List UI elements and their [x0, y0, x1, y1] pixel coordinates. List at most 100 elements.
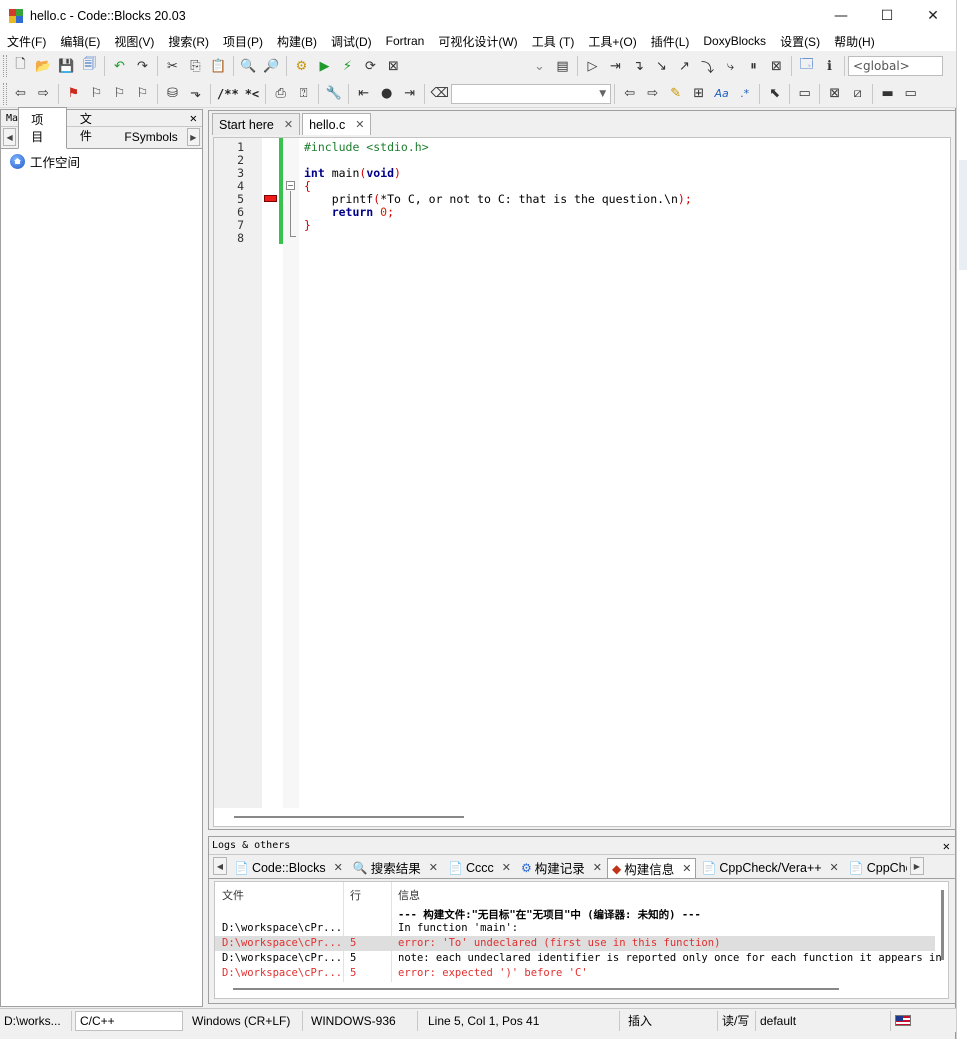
logs-close-icon[interactable]: ✕: [943, 839, 950, 853]
widget-sizer-v-icon[interactable]: ▭: [899, 83, 922, 105]
column-header-line[interactable]: 行: [350, 887, 361, 903]
run-chm-icon[interactable]: ⍰: [292, 83, 315, 105]
step-into-instruction-icon[interactable]: ⤷: [719, 55, 742, 77]
next-bookmark-icon[interactable]: ⚐: [108, 83, 131, 105]
match-case-button[interactable]: Aa: [710, 83, 733, 105]
close-tab-icon[interactable]: ✕: [284, 118, 293, 131]
step-into-icon[interactable]: ↘: [650, 55, 673, 77]
open-file-icon[interactable]: 📂: [32, 55, 55, 77]
menu-debug[interactable]: 调试(D): [324, 33, 379, 50]
close-window-button[interactable]: ✕: [910, 0, 956, 31]
log-row[interactable]: D:\workspace\cPr... 5 error: expected ')…: [215, 966, 935, 981]
rebuild-icon[interactable]: ⟳: [359, 55, 382, 77]
tab-cppcheck-vera[interactable]: 📄 CppCheck/Vera++ ✕: [696, 857, 843, 878]
close-tab-icon[interactable]: ✕: [334, 861, 343, 874]
step-out-icon[interactable]: ↗: [673, 55, 696, 77]
toolbar-grip-2[interactable]: [3, 82, 7, 105]
tab-start-here[interactable]: Start here ✕: [212, 113, 301, 135]
undo-icon[interactable]: ↶: [108, 55, 131, 77]
copy-icon[interactable]: ⎘: [184, 55, 207, 77]
build-messages-list[interactable]: 文件 行 信息 --- 构建文件:"无目标"在"无项目"中 (编译器: 未知的)…: [214, 881, 949, 999]
tab-build-messages[interactable]: ◆ 构建信息 ✕: [606, 858, 697, 878]
incremental-search-combo[interactable]: ▼: [451, 83, 612, 104]
logs-tab-scroll-left-icon[interactable]: ◀: [213, 857, 227, 875]
toggle-bookmark-icon[interactable]: ⚑: [62, 83, 85, 105]
fold-collapse-icon[interactable]: −: [286, 181, 295, 190]
maximize-button[interactable]: ☐: [864, 0, 910, 31]
close-tab-icon[interactable]: ✕: [355, 118, 364, 131]
logs-horizontal-scrollbar[interactable]: [233, 988, 839, 990]
replace-icon[interactable]: 🔎: [260, 55, 283, 77]
selected-text-icon[interactable]: ⊞: [687, 83, 710, 105]
tab-search-results[interactable]: 🔍 搜索结果 ✕: [348, 857, 443, 878]
cut-icon[interactable]: ✂: [161, 55, 184, 77]
build-target-dropdown-icon[interactable]: ⌄: [528, 55, 551, 77]
clear-search-icon[interactable]: ⌫: [428, 83, 451, 105]
goto-prev-icon[interactable]: ⇤: [352, 83, 375, 105]
save-icon[interactable]: 💾: [55, 55, 78, 77]
pause-icon[interactable]: ⏸: [742, 55, 765, 77]
next-line-icon[interactable]: ↴: [627, 55, 650, 77]
line-comment-button[interactable]: *<: [242, 87, 262, 101]
widget-dialog-icon[interactable]: ⧄: [846, 83, 869, 105]
tab-scroll-left-icon[interactable]: ◀: [3, 128, 17, 146]
toolbar-grip[interactable]: [3, 55, 7, 77]
info-icon[interactable]: ℹ: [818, 55, 841, 77]
doxy-wizard-icon[interactable]: ⛁: [161, 83, 184, 105]
widget-frame-icon[interactable]: ▭: [793, 83, 816, 105]
search-prev-icon[interactable]: ⇦: [618, 83, 641, 105]
minimize-button[interactable]: —: [818, 0, 864, 31]
clear-bookmarks-icon[interactable]: ⚐: [131, 83, 154, 105]
log-row[interactable]: D:\workspace\cPr... In function 'main':: [215, 921, 935, 936]
menu-view[interactable]: 视图(V): [107, 33, 161, 50]
menu-plugins[interactable]: 插件(L): [644, 33, 697, 50]
menu-search[interactable]: 搜索(R): [161, 33, 216, 50]
close-tab-icon[interactable]: ✕: [830, 861, 839, 874]
tab-scroll-right-icon[interactable]: ▶: [186, 128, 200, 146]
next-instruction-icon[interactable]: ⤵: [696, 55, 719, 77]
menu-edit[interactable]: 编辑(E): [53, 33, 107, 50]
tab-hello-c[interactable]: hello.c ✕: [302, 113, 372, 135]
search-next-icon[interactable]: ⇨: [641, 83, 664, 105]
jump-back-icon[interactable]: ⇦: [9, 83, 32, 105]
run-to-cursor-icon[interactable]: ⇥: [604, 55, 627, 77]
tab-fsymbols[interactable]: FSymbols: [115, 126, 186, 148]
log-row[interactable]: --- 构建文件:"无目标"在"无项目"中 (编译器: 未知的) ---: [215, 906, 935, 921]
abort-icon[interactable]: ⊠: [382, 55, 405, 77]
wrench-icon[interactable]: 🔧: [322, 83, 345, 105]
build-and-run-icon[interactable]: ⚡: [336, 55, 359, 77]
find-icon[interactable]: 🔍: [237, 55, 260, 77]
debug-run-icon[interactable]: ▷: [581, 55, 604, 77]
close-tab-icon[interactable]: ✕: [502, 861, 511, 874]
column-header-file[interactable]: 文件: [222, 887, 244, 903]
jump-forward-icon[interactable]: ⇨: [32, 83, 55, 105]
debugging-windows-icon[interactable]: 🗔: [795, 55, 818, 77]
tab-codeblocks-log[interactable]: 📄 Code::Blocks ✕: [229, 857, 348, 878]
menu-tools[interactable]: 工具 (T): [525, 33, 582, 50]
run-icon[interactable]: ▶: [313, 55, 336, 77]
menu-settings[interactable]: 设置(S): [773, 33, 827, 50]
widget-sizer-h-icon[interactable]: ▬: [876, 83, 899, 105]
pointer-icon[interactable]: ⬉: [763, 83, 786, 105]
column-header-message[interactable]: 信息: [398, 887, 420, 903]
tab-cccc[interactable]: 📄 Cccc ✕: [443, 857, 516, 878]
show-build-log-icon[interactable]: ▤: [551, 55, 574, 77]
close-tab-icon[interactable]: ✕: [429, 861, 438, 874]
management-close-icon[interactable]: ✕: [190, 111, 197, 125]
tab-build-log[interactable]: ⚙ 构建记录 ✕: [516, 857, 607, 878]
dot-icon[interactable]: ●: [375, 83, 398, 105]
run-html-icon[interactable]: ⎙: [269, 83, 292, 105]
menu-visual-design[interactable]: 可视化设计(W): [431, 33, 524, 50]
menu-help[interactable]: 帮助(H): [827, 33, 882, 50]
menu-build[interactable]: 构建(B): [270, 33, 324, 50]
build-gear-icon[interactable]: ⚙: [290, 55, 313, 77]
stop-debugger-icon[interactable]: ⊠: [765, 55, 788, 77]
tab-cppcheck-messages[interactable]: 📄 CppChe: [844, 857, 908, 878]
redo-icon[interactable]: ↷: [131, 55, 154, 77]
regex-button[interactable]: .*: [733, 83, 756, 105]
highlight-icon[interactable]: ✎: [664, 83, 687, 105]
editor-horizontal-scrollbar[interactable]: [234, 816, 464, 818]
tab-projects[interactable]: 项目: [18, 107, 67, 149]
menu-project[interactable]: 项目(P): [216, 33, 270, 50]
workspace-tree-root[interactable]: 工作空间: [1, 149, 202, 174]
